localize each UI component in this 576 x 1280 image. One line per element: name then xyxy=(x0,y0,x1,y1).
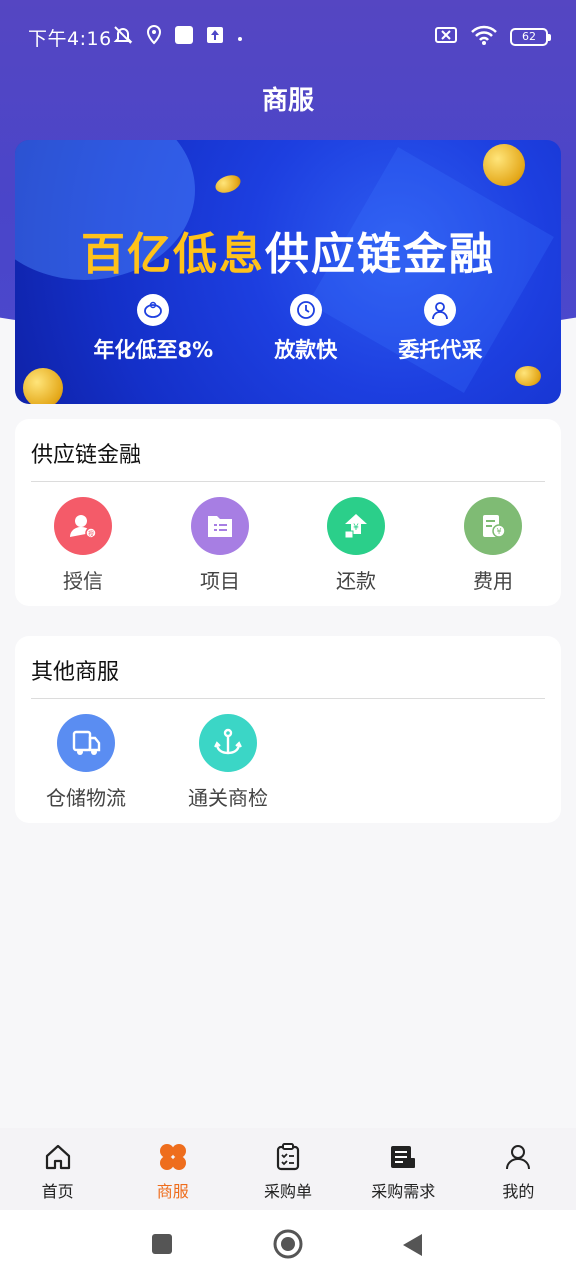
logistics-label: 仓储物流 xyxy=(46,786,126,810)
document-icon xyxy=(388,1142,418,1172)
mute-bell-icon xyxy=(112,24,134,50)
coin-icon xyxy=(213,172,243,196)
tab-mine[interactable]: 我的 xyxy=(461,1128,576,1210)
headline-highlight: 百亿低息 xyxy=(81,229,265,280)
credit-button[interactable]: 授 授信 xyxy=(15,497,151,594)
coin-icon xyxy=(23,368,63,404)
promo-banner[interactable]: 百亿低息供应链金融 年化低至8% 放款快 委托代采 xyxy=(15,140,561,404)
project-label: 项目 xyxy=(200,569,240,593)
repay-icon: ¥ xyxy=(327,497,385,555)
coin-icon xyxy=(483,144,525,186)
credit-user-icon: 授 xyxy=(54,497,112,555)
banner-feature: 年化低至8% xyxy=(93,294,214,364)
status-icons-right: 62 xyxy=(434,24,551,50)
banner-headline: 百亿低息供应链金融 xyxy=(15,218,561,282)
clock-icon xyxy=(289,294,322,326)
divider xyxy=(31,698,545,699)
page-title: 商服 xyxy=(261,86,314,116)
notification-square-icon xyxy=(174,25,194,49)
other-services-title: 其他商服 xyxy=(31,660,120,685)
customs-label: 通关商检 xyxy=(188,786,268,810)
headline-rest: 供应链金融 xyxy=(265,229,495,280)
coin-icon xyxy=(515,366,541,386)
system-nav-bar xyxy=(0,1210,576,1280)
tab-purchase-order[interactable]: 采购单 xyxy=(230,1128,345,1210)
banner-feature-label: 年化低至8% xyxy=(93,338,214,362)
tab-home[interactable]: 首页 xyxy=(0,1128,115,1210)
banner-feature: 放款快 xyxy=(274,294,337,364)
tab-purchase-order-label: 采购单 xyxy=(264,1182,313,1201)
logistics-button[interactable]: 仓储物流 xyxy=(18,714,154,811)
banner-features: 年化低至8% 放款快 委托代采 xyxy=(15,294,561,364)
banner-feature-label: 放款快 xyxy=(274,338,338,362)
fee-label: 费用 xyxy=(473,569,513,593)
bottom-tab-bar: 首页 商服 采购单 采购需求 我的 xyxy=(0,1128,576,1210)
supply-chain-title: 供应链金融 xyxy=(31,443,142,468)
credit-label: 授信 xyxy=(63,569,103,593)
supply-chain-card: 供应链金融 授 授信 项目 ¥ 还款 ¥ 费用 xyxy=(15,419,561,606)
repay-button[interactable]: ¥ 还款 xyxy=(288,497,424,594)
divider xyxy=(31,481,545,482)
battery-indicator: 62 xyxy=(510,28,551,46)
status-bar: 下午4:16 62 xyxy=(0,0,576,72)
tab-services[interactable]: 商服 xyxy=(115,1128,230,1210)
customs-button[interactable]: 通关商检 xyxy=(160,714,296,811)
agent-icon xyxy=(424,294,457,326)
home-icon xyxy=(43,1142,73,1172)
location-icon xyxy=(146,24,162,49)
recent-apps-button[interactable] xyxy=(150,1232,174,1260)
user-icon xyxy=(503,1142,533,1172)
tab-home-label: 首页 xyxy=(41,1182,74,1201)
project-folder-icon xyxy=(191,497,249,555)
status-time: 下午4:16 xyxy=(28,28,112,50)
banner-feature-label: 委托代采 xyxy=(398,338,483,362)
upload-icon xyxy=(206,26,224,48)
tab-mine-label: 我的 xyxy=(502,1182,535,1201)
status-icons-left xyxy=(112,24,244,50)
project-button[interactable]: 项目 xyxy=(152,497,288,594)
svg-text:¥: ¥ xyxy=(353,523,359,533)
anchor-icon xyxy=(199,714,257,772)
home-button[interactable] xyxy=(272,1228,304,1264)
repay-label: 还款 xyxy=(336,569,376,593)
clover-icon xyxy=(158,1142,188,1172)
back-button[interactable] xyxy=(400,1232,426,1262)
dot-icon xyxy=(236,28,244,47)
fee-icon: ¥ xyxy=(464,497,522,555)
clipboard-icon xyxy=(273,1142,303,1172)
piggy-bank-icon xyxy=(137,294,170,326)
wifi-icon xyxy=(470,24,498,50)
svg-text:授: 授 xyxy=(88,530,94,538)
fee-button[interactable]: ¥ 费用 xyxy=(425,497,561,594)
other-services-card: 其他商服 仓储物流 通关商检 xyxy=(15,636,561,823)
tab-purchase-demand[interactable]: 采购需求 xyxy=(346,1128,461,1210)
tab-services-label: 商服 xyxy=(156,1182,189,1201)
sim-off-icon xyxy=(434,25,458,49)
banner-feature: 委托代采 xyxy=(398,294,482,364)
svg-text:¥: ¥ xyxy=(496,527,501,536)
truck-icon xyxy=(57,714,115,772)
tab-purchase-demand-label: 采购需求 xyxy=(371,1182,436,1201)
